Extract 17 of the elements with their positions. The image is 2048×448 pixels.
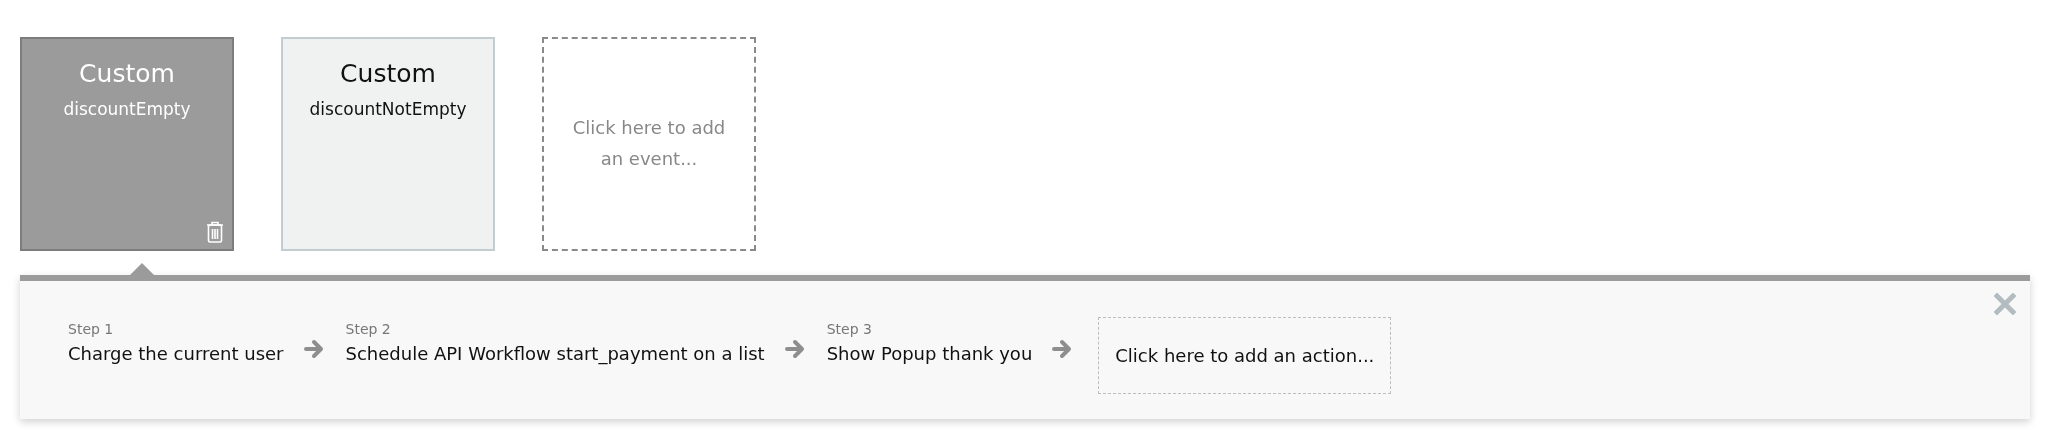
step-label: Step 1 [68, 320, 115, 339]
event-title: Custom [340, 58, 436, 90]
event-title: Custom [79, 58, 175, 90]
trash-icon[interactable] [206, 221, 224, 243]
event-name: discountNotEmpty [309, 97, 467, 121]
step-label: Step 2 [345, 320, 392, 339]
event-name: discountEmpty [63, 97, 191, 121]
step-action[interactable]: Show Popup thank you [826, 340, 1033, 367]
close-icon[interactable] [1994, 293, 2016, 315]
add-event-button[interactable]: Click here to add an event... [542, 37, 756, 251]
add-action-button[interactable]: Click here to add an action... [1098, 317, 1392, 394]
step-label: Step 3 [826, 320, 873, 339]
arrow-icon [303, 339, 326, 359]
step-action[interactable]: Charge the current user [68, 340, 284, 367]
arrow-icon [784, 339, 807, 359]
step-action[interactable]: Schedule API Workflow start_payment on a list [345, 340, 765, 367]
event-card[interactable]: Custom discountNotEmpty [281, 37, 495, 251]
